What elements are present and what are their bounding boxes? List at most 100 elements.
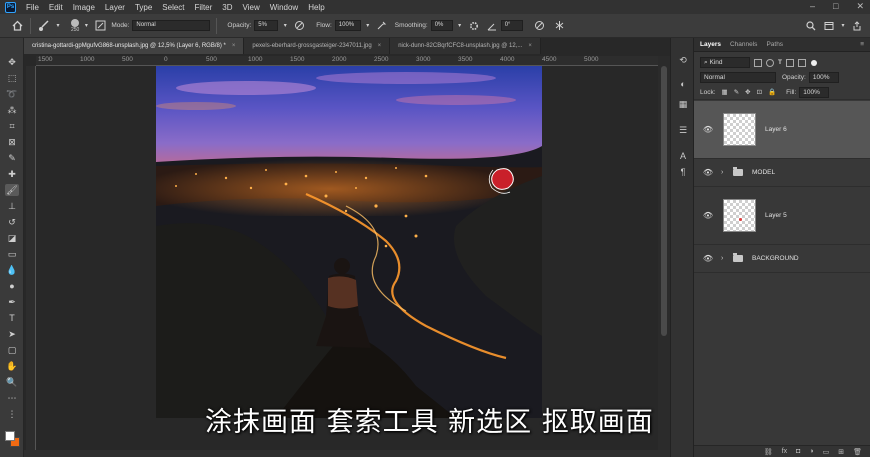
close-button[interactable]: ✕	[856, 1, 864, 12]
move-tool-icon[interactable]: ✥	[5, 56, 19, 68]
filter-kind-select[interactable]: ⌕ Kind	[700, 57, 750, 68]
tab-layers[interactable]: Layers	[700, 41, 721, 48]
pressure-size-icon[interactable]	[533, 19, 547, 33]
gradient-tool-icon[interactable]: ▭	[5, 248, 19, 260]
brush-chevron-icon[interactable]: ▾	[79, 19, 93, 33]
pixel-filter-icon[interactable]	[754, 58, 762, 67]
path-selection-tool-icon[interactable]: ➤	[5, 328, 19, 340]
menu-file[interactable]: File	[21, 3, 44, 12]
new-layer-icon[interactable]: ⊞	[838, 448, 844, 456]
eye-icon[interactable]: 👁	[701, 211, 715, 220]
menu-edit[interactable]: Edit	[44, 3, 68, 12]
lock-all-icon[interactable]: 🔒	[768, 88, 776, 96]
character-panel-icon[interactable]: A	[677, 150, 689, 162]
tab-close-icon[interactable]: ×	[528, 43, 532, 49]
lock-pixels-icon[interactable]: ✎	[734, 88, 739, 96]
symmetry-icon[interactable]	[553, 19, 567, 33]
rectangle-tool-icon[interactable]: ▢	[5, 344, 19, 356]
fill-field[interactable]: 100%	[799, 86, 830, 98]
smoothing-settings-gear-icon[interactable]	[467, 19, 481, 33]
more-tools-icon[interactable]: ⋯	[5, 392, 19, 404]
chevron-right-icon[interactable]: ›	[721, 169, 727, 176]
pressure-opacity-icon[interactable]	[292, 19, 306, 33]
smoothing-chevron-icon[interactable]: ▾	[453, 19, 467, 33]
shape-filter-icon[interactable]	[785, 58, 794, 67]
hand-tool-icon[interactable]: ✋	[5, 360, 19, 372]
angle-field[interactable]: 0°	[500, 20, 523, 31]
smart-object-filter-icon[interactable]	[797, 58, 806, 67]
flow-chevron-icon[interactable]: ▾	[361, 19, 375, 33]
lasso-tool-icon[interactable]: ➰	[5, 88, 19, 100]
opacity-field[interactable]: 5%	[254, 20, 279, 31]
marquee-tool-icon[interactable]: ⬚	[5, 72, 19, 84]
menu-3d[interactable]: 3D	[217, 3, 237, 12]
add-mask-icon[interactable]: ◘	[796, 448, 800, 455]
history-panel-icon[interactable]: ⟲	[677, 54, 689, 66]
blur-tool-icon[interactable]: 💧	[5, 264, 19, 276]
eyedropper-tool-icon[interactable]: ✎	[5, 152, 19, 164]
tab-paths[interactable]: Paths	[766, 41, 783, 48]
eye-icon[interactable]: 👁	[701, 168, 715, 177]
paragraph-panel-icon[interactable]: ¶	[677, 166, 689, 178]
scrollbar-thumb[interactable]	[661, 66, 667, 336]
document-canvas[interactable]	[156, 66, 542, 418]
blend-mode-select[interactable]: Normal	[700, 72, 776, 83]
chevron-right-icon[interactable]: ›	[721, 255, 727, 262]
type-filter-icon[interactable]: T	[778, 59, 782, 66]
tab-channels[interactable]: Channels	[730, 41, 757, 48]
tab-close-icon[interactable]: ×	[232, 43, 236, 49]
share-icon[interactable]	[850, 19, 864, 33]
healing-brush-tool-icon[interactable]: ✚	[5, 168, 19, 180]
clone-stamp-tool-icon[interactable]: ⊥	[5, 200, 19, 212]
eye-icon[interactable]: 👁	[701, 254, 715, 263]
menu-window[interactable]: Window	[265, 3, 303, 12]
tab-close-icon[interactable]: ×	[378, 43, 382, 49]
history-brush-tool-icon[interactable]: ↺	[5, 216, 19, 228]
tab-document-2[interactable]: pexels-eberhard-grossgasteiger-2347011.j…	[244, 38, 391, 54]
panel-menu-icon[interactable]: ≡	[860, 41, 864, 48]
tab-document-1[interactable]: cristina-gottardi-gpMgufvG868-unsplash.j…	[24, 38, 245, 54]
maximize-button[interactable]: □	[833, 1, 838, 12]
filter-toggle-icon[interactable]	[810, 59, 817, 66]
swatches-panel-icon[interactable]: ▦	[677, 98, 689, 110]
new-adjustment-icon[interactable]: ◑	[809, 448, 813, 455]
menu-help[interactable]: Help	[303, 3, 329, 12]
frame-tool-icon[interactable]: ⊠	[5, 136, 19, 148]
adjustment-filter-icon[interactable]	[766, 58, 774, 67]
airbrush-icon[interactable]	[375, 19, 389, 33]
workspace-chevron-icon[interactable]: ▾	[836, 19, 850, 33]
layer-opacity-field[interactable]: 100%	[808, 72, 839, 83]
lock-transparent-icon[interactable]: ▦	[722, 88, 728, 96]
menu-filter[interactable]: Filter	[190, 3, 218, 12]
menu-image[interactable]: Image	[68, 3, 100, 12]
mode-select[interactable]: Normal	[132, 20, 211, 31]
workspace-icon[interactable]	[822, 19, 836, 33]
adjustments-panel-icon[interactable]: ☰	[677, 124, 689, 136]
brush-preset-picker[interactable]: 250	[71, 18, 79, 33]
smoothing-field[interactable]: 0%	[430, 20, 453, 31]
tab-document-3[interactable]: nick-dunn-82CBqrfCFC8-unsplash.jpg @ 12,…	[390, 38, 541, 54]
menu-select[interactable]: Select	[157, 3, 189, 12]
foreground-color-swatch[interactable]	[5, 431, 15, 441]
menu-type[interactable]: Type	[130, 3, 157, 12]
layer-style-icon[interactable]: fx	[782, 448, 787, 455]
layer-row-background-group[interactable]: 👁 › BACKGROUND	[694, 245, 870, 273]
brush-icon[interactable]	[37, 19, 51, 33]
flow-field[interactable]: 100%	[334, 20, 361, 31]
color-panel-icon[interactable]: ◐	[677, 78, 689, 90]
delete-layer-icon[interactable]: 🗑	[853, 448, 862, 456]
dodge-tool-icon[interactable]: ●	[5, 280, 19, 292]
menu-view[interactable]: View	[238, 3, 265, 12]
menu-layer[interactable]: Layer	[100, 3, 130, 12]
layer-row-layer-5[interactable]: 👁 Layer 5	[694, 187, 870, 245]
new-group-icon[interactable]: ▭	[823, 448, 830, 456]
link-layers-icon[interactable]: ⛓	[764, 448, 773, 456]
type-tool-icon[interactable]: T	[5, 312, 19, 324]
opacity-chevron-icon[interactable]: ▾	[278, 19, 292, 33]
magic-wand-tool-icon[interactable]: ⁂	[5, 104, 19, 116]
tool-preset-chevron-icon[interactable]: ▾	[51, 19, 65, 33]
home-icon[interactable]	[10, 19, 24, 33]
brush-settings-icon[interactable]	[93, 19, 107, 33]
edit-toolbar-icon[interactable]: ⋮	[5, 408, 19, 420]
brush-tool-icon[interactable]: 🖌	[5, 184, 19, 196]
